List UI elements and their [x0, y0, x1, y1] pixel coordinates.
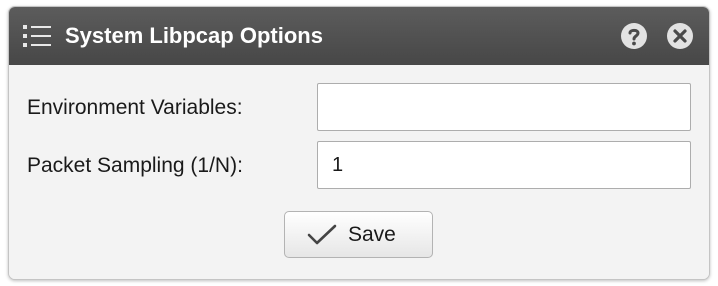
close-icon[interactable]	[666, 22, 694, 50]
save-button-label: Save	[348, 223, 396, 246]
packet-sampling-input[interactable]	[317, 141, 691, 189]
save-button[interactable]: Save	[284, 211, 433, 258]
dialog-title: System Libpcap Options	[65, 23, 323, 48]
packet-sampling-label: Packet Sampling (1/N):	[27, 154, 243, 177]
dialog-content: Environment Variables: Packet Sampling (…	[9, 65, 709, 279]
packet-sampling-row: Packet Sampling (1/N):	[9, 141, 709, 189]
environment-variables-label: Environment Variables:	[27, 96, 243, 119]
help-icon[interactable]	[620, 22, 648, 50]
environment-variables-input[interactable]	[317, 83, 691, 131]
environment-variables-row: Environment Variables:	[9, 83, 709, 131]
checkmark-icon	[307, 224, 337, 245]
list-icon[interactable]	[23, 24, 53, 48]
libpcap-options-dialog: System Libpcap Options Environment Varia…	[8, 6, 710, 280]
dialog-titlebar[interactable]: System Libpcap Options	[9, 7, 709, 65]
